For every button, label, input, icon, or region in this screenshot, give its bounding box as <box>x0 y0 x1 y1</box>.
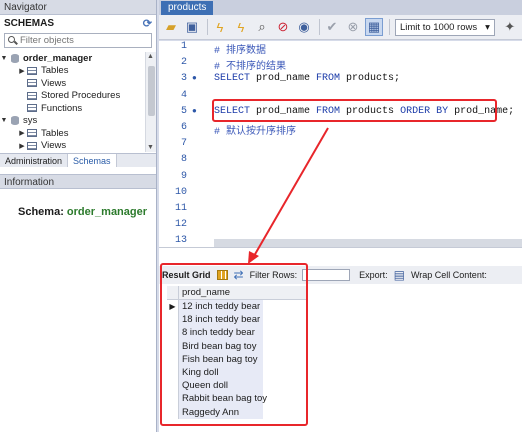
chevron-down-icon: ▾ <box>485 21 490 33</box>
expand-triangle-icon[interactable]: ▶ <box>18 129 26 137</box>
export-label: Export: <box>359 270 388 280</box>
wrap-cell-label: Wrap Cell Content: <box>410 270 487 280</box>
code-line-6: # 默认按升序排序 <box>214 127 297 138</box>
tree-node-stored-procedures[interactable]: Stored Procedures <box>0 90 145 103</box>
export-icon[interactable]: ▤ <box>391 268 408 282</box>
line-number: 6 <box>180 122 187 133</box>
views-icon <box>27 141 37 150</box>
tree-node-functions[interactable]: Functions <box>0 102 145 115</box>
editor-horizontal-scrollbar[interactable] <box>214 239 522 247</box>
tables-icon <box>27 129 37 138</box>
tab-products[interactable]: products <box>161 1 214 15</box>
tree-scrollbar[interactable]: ▲ ▼ <box>145 52 156 152</box>
information-title: Information <box>0 174 156 189</box>
code-line-3: SELECT prod_name FROM products; <box>214 73 401 85</box>
sql-toolbar: ▰ ▣ ϟ ϟ ⌕ ⊘ ◉ ✔ ⊗ ▦ Limit to 1000 rows ▾… <box>159 15 522 40</box>
scroll-down-icon[interactable]: ▼ <box>147 144 154 151</box>
statement-marker-icon: ● <box>192 73 197 83</box>
stored-procedures-icon <box>27 91 37 100</box>
refresh-icon[interactable]: ⟳ <box>143 17 152 30</box>
save-icon[interactable]: ▣ <box>183 18 201 36</box>
line-number: 12 <box>174 219 187 231</box>
line-number: 8 <box>180 154 187 166</box>
rollback-icon[interactable]: ⊗ <box>344 18 362 36</box>
collapse-triangle-icon[interactable]: ▼ <box>0 117 8 124</box>
tree-node-sys-tables[interactable]: ▶ Tables <box>0 127 145 140</box>
sql-editor[interactable]: 1 2 3 4 5 6 7 8 9 10 11 12 13 ● ● # 排序数据… <box>159 41 522 247</box>
query-highlight-box <box>212 99 497 122</box>
result-highlight-box <box>160 263 308 426</box>
code-line-2: # 不排序的结果 <box>214 62 287 74</box>
code-line-1: # 排序数据 <box>214 46 267 57</box>
toolbar-separator <box>207 19 208 35</box>
collapse-triangle-icon[interactable]: ▼ <box>0 55 8 62</box>
scrollbar-thumb[interactable] <box>148 66 155 116</box>
stop-icon[interactable]: ⊘ <box>274 18 292 36</box>
line-number: 13 <box>174 235 187 247</box>
commit-icon[interactable]: ✔ <box>323 18 341 36</box>
line-number: 9 <box>180 170 187 182</box>
schemas-label: SCHEMAS <box>4 18 55 29</box>
schema-info-value: order_manager <box>66 206 148 218</box>
line-number: 10 <box>174 186 187 198</box>
toggle-continue-icon[interactable]: ◉ <box>295 18 313 36</box>
views-icon <box>27 79 37 88</box>
limit-rows-select[interactable]: Limit to 1000 rows ▾ <box>395 18 495 36</box>
tree-node-order-manager[interactable]: ▼ order_manager <box>0 52 145 65</box>
database-icon <box>10 53 20 63</box>
navigator-panel: Navigator SCHEMAS ⟳ ▼ order_manager ▶ Ta… <box>0 0 157 432</box>
statement-marker-icon: ● <box>192 105 197 115</box>
toolbar-separator <box>319 19 320 35</box>
tree-node-sys-views[interactable]: ▶ Views <box>0 140 145 153</box>
functions-icon <box>27 104 37 113</box>
autocommit-icon[interactable]: ▦ <box>365 18 383 36</box>
line-number: 7 <box>180 138 187 150</box>
expand-triangle-icon[interactable]: ▶ <box>18 142 26 150</box>
tree-node-views[interactable]: Views <box>0 77 145 90</box>
line-number: 11 <box>174 203 187 214</box>
scroll-up-icon[interactable]: ▲ <box>147 53 154 60</box>
tree-node-sys[interactable]: ▼ sys <box>0 115 145 128</box>
tab-schemas[interactable]: Schemas <box>68 154 117 167</box>
navigator-tabs: Administration Schemas <box>0 153 156 167</box>
limit-rows-value: Limit to 1000 rows <box>400 21 478 33</box>
navigator-title: Navigator <box>0 0 156 15</box>
execute-current-icon[interactable]: ϟ <box>232 18 250 36</box>
schema-tree: ▼ order_manager ▶ Tables Views Stored Pr… <box>0 52 145 152</box>
toolbar-separator <box>389 19 390 35</box>
line-number-gutter: 1 2 3 4 5 6 7 8 9 10 11 12 13 <box>159 41 187 247</box>
line-number: 4 <box>180 89 187 101</box>
tab-administration[interactable]: Administration <box>0 154 69 167</box>
schema-info: Schema: order_manager <box>18 206 147 218</box>
execute-icon[interactable]: ϟ <box>211 18 229 36</box>
filter-rows-input[interactable] <box>302 269 351 281</box>
open-folder-icon[interactable]: ▰ <box>162 18 180 36</box>
tree-node-tables[interactable]: ▶ Tables <box>0 65 145 78</box>
expand-triangle-icon[interactable]: ▶ <box>18 67 26 75</box>
filter-objects-input[interactable] <box>20 35 140 46</box>
tables-icon <box>27 66 37 75</box>
database-icon <box>10 116 20 126</box>
line-number: 3 <box>180 73 187 85</box>
schemas-header: SCHEMAS ⟳ <box>0 15 156 32</box>
filter-objects-field[interactable] <box>4 33 152 48</box>
search-icon <box>8 36 17 45</box>
line-number: 5 <box>180 105 187 117</box>
line-number: 1 <box>180 41 187 52</box>
beautify-icon[interactable]: ✦ <box>501 18 519 36</box>
document-tabbar: products <box>159 0 522 15</box>
line-number: 2 <box>180 57 187 69</box>
explain-icon[interactable]: ⌕ <box>253 18 271 36</box>
schema-info-label: Schema: <box>18 206 64 218</box>
